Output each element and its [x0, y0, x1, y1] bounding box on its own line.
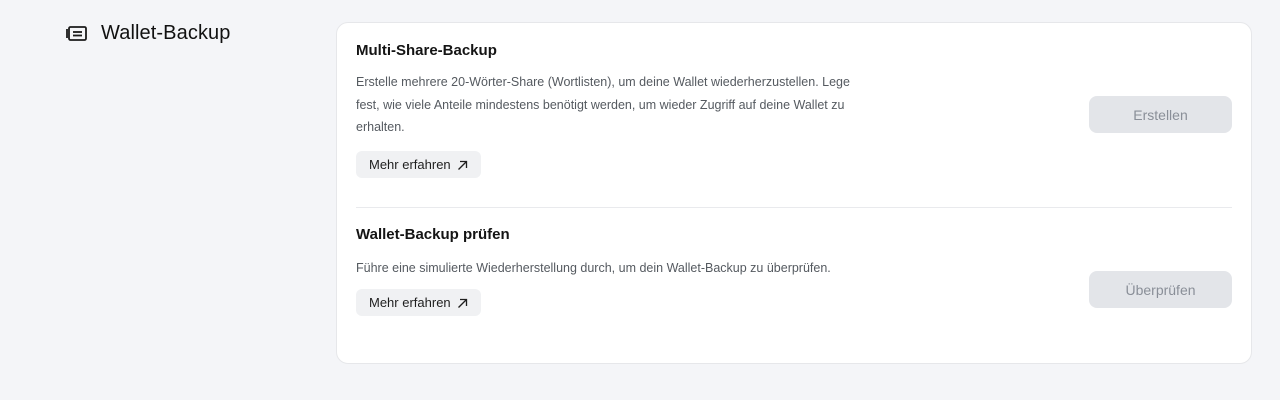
wallet-list-icon [65, 21, 89, 45]
multi-share-description: Erstelle mehrere 20-Wörter-Share (Wortli… [356, 75, 850, 134]
arrow-up-right-icon [457, 297, 468, 308]
more-link-label: Mehr erfahren [369, 294, 451, 310]
multi-share-more-link[interactable]: Mehr erfahren [356, 150, 481, 178]
multi-share-title: Multi-Share-Backup [356, 42, 497, 59]
section-header: Wallet-Backup [65, 21, 231, 45]
verify-backup-title: Wallet-Backup prüfen [356, 226, 510, 243]
verify-backup-more-link[interactable]: Mehr erfahren [356, 288, 481, 316]
create-button[interactable]: Erstellen [1089, 96, 1232, 133]
verify-button[interactable]: Überprüfen [1089, 271, 1232, 308]
section-title: Wallet-Backup [101, 21, 231, 44]
multi-share-backup-row: Multi-Share-Backup Erstelle mehrere 20-W… [356, 41, 1232, 208]
verify-backup-description: Führe eine simulierte Wiederherstellung … [356, 261, 831, 275]
arrow-up-right-icon [457, 159, 468, 170]
more-link-label: Mehr erfahren [369, 156, 451, 172]
backup-card: Multi-Share-Backup Erstelle mehrere 20-W… [336, 22, 1252, 364]
verify-backup-row: Wallet-Backup prüfen Führe eine simulier… [356, 225, 1232, 355]
